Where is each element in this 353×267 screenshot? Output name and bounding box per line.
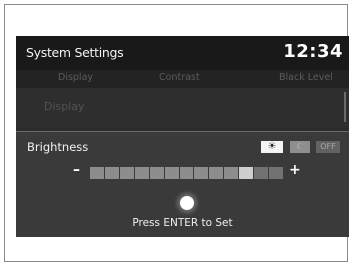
slider-segment[interactable] bbox=[104, 167, 119, 179]
slider-segment[interactable] bbox=[179, 167, 194, 179]
page-title: System Settings bbox=[26, 45, 124, 60]
tab-display[interactable]: Display bbox=[58, 72, 93, 83]
tab-black-level[interactable]: Black Level bbox=[279, 72, 333, 83]
moon-icon[interactable]: ☾ bbox=[290, 141, 310, 153]
slider-segment[interactable] bbox=[224, 167, 239, 179]
slider-segment[interactable] bbox=[254, 167, 269, 179]
slider-segment[interactable] bbox=[209, 167, 224, 179]
slider-segment[interactable] bbox=[269, 167, 283, 179]
sun-icon[interactable]: ☀ bbox=[261, 141, 283, 153]
brightness-slider[interactable] bbox=[90, 167, 283, 179]
brightness-panel: Brightness ☀ ☾ OFF – + Press ENTER to Se… bbox=[16, 131, 349, 237]
background-list-row: Display bbox=[16, 88, 349, 128]
slider-segment[interactable] bbox=[119, 167, 134, 179]
decrease-button[interactable]: – bbox=[73, 162, 80, 178]
slider-segment[interactable] bbox=[149, 167, 164, 179]
slider-thumb[interactable] bbox=[239, 167, 254, 179]
enter-knob[interactable] bbox=[180, 196, 194, 210]
slider-segment[interactable] bbox=[134, 167, 149, 179]
scrollbar[interactable] bbox=[344, 92, 346, 122]
brightness-title: Brightness bbox=[27, 140, 89, 154]
background-list-item[interactable]: Display bbox=[44, 100, 85, 113]
increase-button[interactable]: + bbox=[289, 162, 301, 178]
title-bar: System Settings 12:34 bbox=[16, 36, 349, 70]
hint-text: Press ENTER to Set bbox=[132, 217, 233, 229]
slider-segment[interactable] bbox=[90, 167, 104, 179]
clock: 12:34 bbox=[283, 41, 343, 62]
slider-segment[interactable] bbox=[164, 167, 179, 179]
tab-bar: Display Contrast Black Level bbox=[16, 70, 349, 88]
off-button[interactable]: OFF bbox=[316, 141, 340, 153]
slider-segment[interactable] bbox=[194, 167, 209, 179]
tab-contrast[interactable]: Contrast bbox=[159, 72, 200, 83]
display-screen: System Settings 12:34 Display Contrast B… bbox=[16, 36, 349, 237]
figure-frame: System Settings 12:34 Display Contrast B… bbox=[4, 4, 349, 262]
